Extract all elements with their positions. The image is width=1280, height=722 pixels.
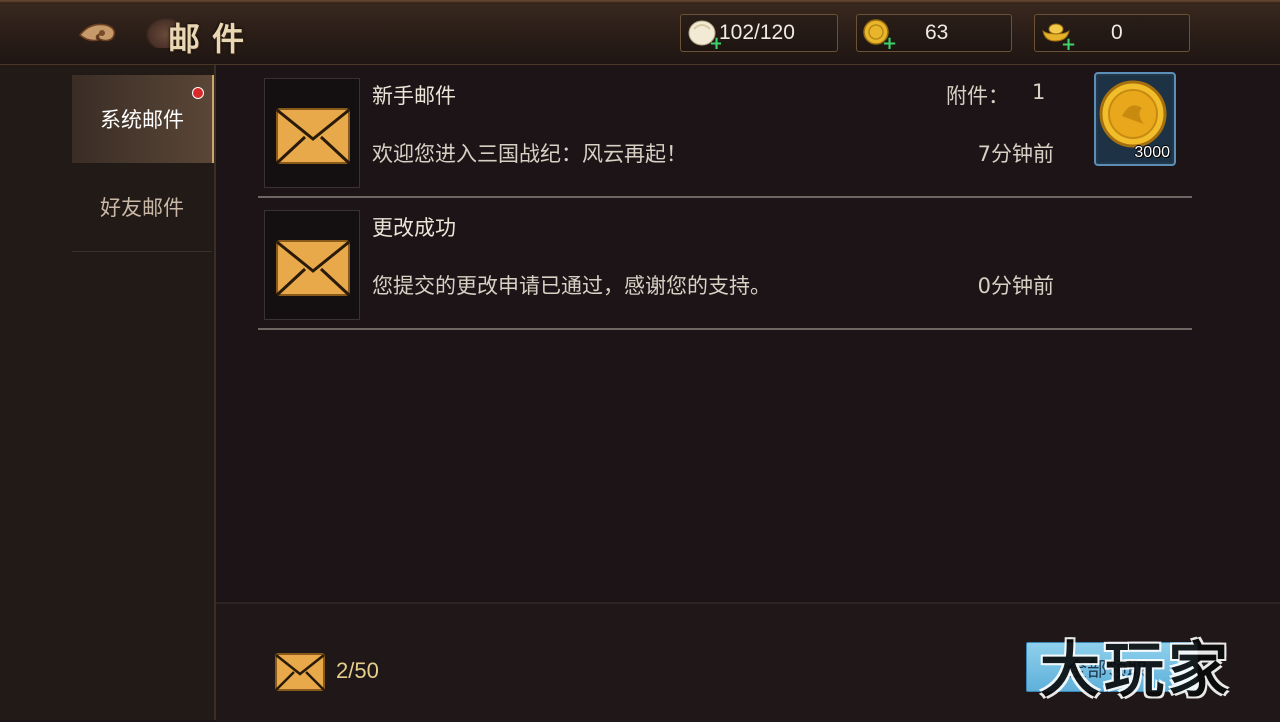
bun-stamina-icon: +	[688, 20, 721, 51]
mail-envelope-frame	[264, 78, 360, 188]
sidebar: 系统邮件 好友邮件	[0, 65, 216, 720]
envelope-icon	[275, 240, 351, 297]
gold-coin-value: 63	[925, 21, 949, 44]
svg-text:+: +	[882, 33, 897, 51]
tab-friend-mail-label: 好友邮件	[100, 196, 184, 220]
attachment-label: 附件：	[946, 84, 1009, 108]
attachment-item[interactable]: 3000	[1094, 72, 1176, 166]
stamina-resource[interactable]: + 102/120	[680, 14, 838, 52]
mail-capacity-count: 2/50	[336, 658, 379, 683]
gold-ingot-value: 0	[1111, 21, 1123, 44]
back-arrow-icon	[78, 23, 116, 42]
mail-body: 欢迎您进入三国战纪：风云再起！	[372, 142, 687, 166]
mail-item[interactable]: 新手邮件 欢迎您进入三国战纪：风云再起！ 附件： 1 7分钟前 3000	[258, 66, 1192, 198]
attachment-amount: 3000	[1134, 144, 1170, 161]
attachment-count: 1	[1032, 80, 1046, 104]
tab-system-mail-label: 系统邮件	[100, 108, 184, 132]
mail-title: 更改成功	[372, 216, 456, 240]
tab-system-mail[interactable]: 系统邮件	[72, 75, 214, 163]
mail-time: 7分钟前	[977, 142, 1054, 166]
svg-text:+: +	[1061, 34, 1075, 51]
envelope-icon	[275, 108, 351, 165]
mail-body: 您提交的更改申请已通过，感谢您的支持。	[372, 274, 771, 298]
top-bar: 邮件 + 102/120 + 63 + 0	[0, 0, 1280, 65]
mail-envelope-frame	[264, 210, 360, 320]
mail-item[interactable]: 更改成功 您提交的更改申请已通过，感谢您的支持。 0分钟前	[258, 198, 1192, 330]
notification-dot	[192, 87, 204, 99]
back-button[interactable]	[76, 20, 120, 50]
mail-time: 0分钟前	[977, 274, 1054, 298]
stamina-value: 102/120	[719, 21, 795, 44]
gold-ingot-resource[interactable]: + 0	[1034, 14, 1190, 52]
gold-coin-icon: +	[863, 19, 897, 51]
gold-ingot-icon: +	[1042, 23, 1075, 51]
tab-friend-mail[interactable]: 好友邮件	[72, 163, 212, 251]
watermark: 大玩家	[1040, 636, 1232, 706]
tab-divider	[72, 251, 212, 252]
page-title: 邮件	[168, 20, 257, 58]
gold-coin-resource[interactable]: + 63	[856, 14, 1012, 52]
mailbox-envelope-icon	[275, 653, 325, 691]
mail-title: 新手邮件	[372, 84, 456, 108]
